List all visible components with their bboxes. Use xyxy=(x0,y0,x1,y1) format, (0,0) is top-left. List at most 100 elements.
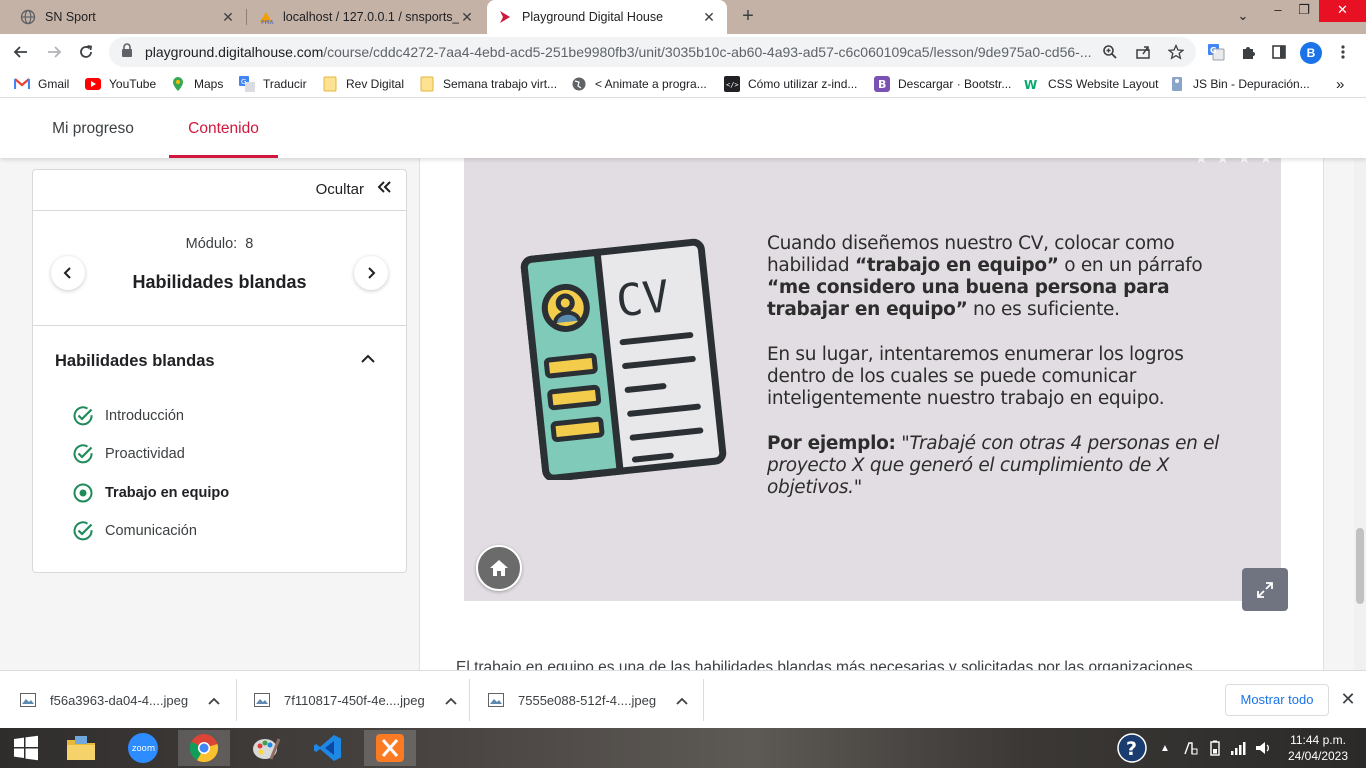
slide-paragraph-1: Cuando diseñemos nuestro CV, colocar com… xyxy=(767,233,1237,321)
close-downloads-icon[interactable]: ✕ xyxy=(1338,689,1358,709)
youtube-icon xyxy=(85,76,101,92)
help-icon[interactable]: ? xyxy=(1117,728,1147,768)
chevron-up-icon[interactable] xyxy=(360,352,376,370)
show-all-downloads-button[interactable]: Mostrar todo xyxy=(1225,684,1329,716)
zoom-icon[interactable] xyxy=(1100,42,1120,62)
paint-app-icon[interactable] xyxy=(240,730,292,766)
bookmark-gmail[interactable]: Gmail xyxy=(14,75,69,93)
new-tab-button[interactable]: + xyxy=(736,5,760,29)
system-clock[interactable]: 11:44 p.m. 24/04/2023 xyxy=(1282,732,1354,764)
module-label: Módulo: xyxy=(185,236,238,252)
bookmark-rev-digital[interactable]: Rev Digital xyxy=(322,75,404,93)
reload-button[interactable] xyxy=(74,40,98,64)
bookmark-z-index[interactable]: </> Cómo utilizar z-ind... xyxy=(724,75,857,93)
windows-taskbar: zoom ? ▲ 11:44 p.m. 24/04/2023 xyxy=(0,728,1366,768)
tab-close-icon[interactable]: ✕ xyxy=(459,9,475,25)
file-explorer-icon[interactable] xyxy=(55,730,107,766)
pen-ink-icon[interactable] xyxy=(1183,728,1199,768)
bookmarks-bar: Gmail YouTube Maps G Traducir Rev Digita… xyxy=(0,70,1366,98)
back-button[interactable] xyxy=(9,40,33,64)
chevron-up-icon[interactable] xyxy=(445,693,457,708)
unit-section-title[interactable]: Habilidades blandas xyxy=(55,352,215,371)
tab-sn-sport[interactable]: SN Sport ✕ xyxy=(0,0,246,34)
text-run-bold: Por ejemplo: xyxy=(767,433,896,454)
bookmark-bootstrap[interactable]: B Descargar · Bootstr... xyxy=(874,75,1011,93)
digitalhouse-icon xyxy=(497,9,513,25)
page-scrollbar[interactable] xyxy=(1354,158,1366,670)
address-bar[interactable]: playground.digitalhouse.com/course/cddc4… xyxy=(109,37,1196,67)
tab-close-icon[interactable]: ✕ xyxy=(701,9,717,25)
hide-label: Ocultar xyxy=(315,180,364,198)
tab-phpmyadmin[interactable]: PMA localhost / 127.0.0.1 / snsports_d ✕ xyxy=(238,0,485,34)
battery-icon[interactable] xyxy=(1207,728,1223,768)
lesson-item-introduccion[interactable]: Introducción xyxy=(71,404,184,428)
slide-paragraph-2: En su lugar, intentaremos enumerar los l… xyxy=(767,344,1184,409)
share-icon[interactable] xyxy=(1133,42,1153,62)
double-chevron-left-icon xyxy=(376,180,392,198)
chrome-app-icon[interactable] xyxy=(178,730,230,766)
page-viewport: Mi progreso Contenido Ocultar Módulo: 8 … xyxy=(0,99,1366,670)
bookmark-css-layout[interactable]: W CSS Website Layout xyxy=(1024,75,1159,93)
extensions-puzzle-icon[interactable] xyxy=(1237,41,1259,63)
fullscreen-button[interactable] xyxy=(1242,568,1288,611)
bookmark-star-icon[interactable] xyxy=(1166,42,1186,62)
bookmark-semana-trabajo[interactable]: Semana trabajo virt... xyxy=(419,75,557,93)
forward-button[interactable] xyxy=(42,40,66,64)
bookmark-maps[interactable]: Maps xyxy=(170,75,223,93)
slide-home-button[interactable] xyxy=(476,545,522,591)
tab-search-icon[interactable]: ⌄ xyxy=(1228,6,1258,28)
next-module-button[interactable] xyxy=(354,256,388,290)
lesson-item-comunicacion[interactable]: Comunicación xyxy=(71,519,197,543)
tab-title: SN Sport xyxy=(45,10,96,24)
side-panel-icon[interactable] xyxy=(1268,41,1290,63)
vscode-app-icon[interactable] xyxy=(302,730,354,766)
divider xyxy=(33,210,406,211)
arrow-left-icon xyxy=(13,46,27,58)
lesson-content: ★★★★ CV Cuando diseñemos nuestro CV, col… xyxy=(419,158,1324,670)
download-item[interactable]: f56a3963-da04-4....jpeg xyxy=(20,671,220,729)
bookmark-jsbin[interactable]: JS Bin - Depuración... xyxy=(1169,75,1310,93)
url-text: playground.digitalhouse.com/course/cddc4… xyxy=(145,44,1105,60)
bookmark-traducir[interactable]: G Traducir xyxy=(239,75,307,93)
browser-tab-strip: SN Sport ✕ PMA localhost / 127.0.0.1 / s… xyxy=(0,0,1366,34)
url-path: /course/cddc4272-7aa4-4ebd-acd5-251be998… xyxy=(323,44,1092,60)
google-translate-extension-icon[interactable]: G xyxy=(1205,41,1227,63)
chevron-right-icon xyxy=(368,267,376,279)
bookmark-animate[interactable]: < Animate a progra... xyxy=(571,75,707,93)
scrollbar-thumb[interactable] xyxy=(1356,528,1364,604)
lesson-label: Trabajo en equipo xyxy=(105,485,230,501)
close-window-button[interactable]: ✕ xyxy=(1319,0,1366,22)
profile-avatar[interactable]: B xyxy=(1300,42,1322,64)
lock-icon[interactable] xyxy=(121,42,133,62)
bookmarks-overflow-icon[interactable]: » xyxy=(1336,75,1344,93)
image-file-icon xyxy=(20,693,36,707)
expand-icon xyxy=(1257,581,1273,598)
hide-sidebar-button[interactable]: Ocultar xyxy=(316,180,392,198)
check-circle-icon xyxy=(71,442,95,466)
image-file-icon xyxy=(488,693,504,707)
tab-playground[interactable]: Playground Digital House ✕ xyxy=(487,0,727,34)
chevron-up-icon[interactable] xyxy=(676,693,688,708)
bookmark-youtube[interactable]: YouTube xyxy=(85,75,156,93)
check-circle-icon xyxy=(71,519,95,543)
zoom-app-icon[interactable]: zoom xyxy=(117,730,169,766)
lesson-item-trabajo-en-equipo[interactable]: Trabajo en equipo xyxy=(71,481,229,505)
course-top-nav: Mi progreso Contenido xyxy=(0,99,1366,158)
kebab-menu-icon[interactable] xyxy=(1332,41,1354,63)
phpmyadmin-icon: PMA xyxy=(258,9,274,25)
download-item[interactable]: 7555e088-512f-4....jpeg xyxy=(488,671,688,729)
restore-button[interactable]: ❐ xyxy=(1289,0,1319,22)
chevron-up-icon[interactable] xyxy=(208,693,220,708)
download-item[interactable]: 7f110817-450f-4e....jpeg xyxy=(254,671,457,729)
divider xyxy=(469,679,470,721)
tab-close-icon[interactable]: ✕ xyxy=(220,9,236,25)
windows-start-icon[interactable] xyxy=(0,730,52,766)
tab-title: localhost / 127.0.0.1 / snsports_d xyxy=(283,10,459,24)
tab-mi-progreso[interactable]: Mi progreso xyxy=(33,99,153,158)
network-signal-icon[interactable] xyxy=(1230,728,1248,768)
volume-icon[interactable] xyxy=(1255,728,1273,768)
lesson-item-proactividad[interactable]: Proactividad xyxy=(71,442,185,466)
tray-expand-icon[interactable]: ▲ xyxy=(1160,728,1170,768)
tab-contenido[interactable]: Contenido xyxy=(169,99,278,158)
xampp-app-icon[interactable] xyxy=(364,730,416,766)
